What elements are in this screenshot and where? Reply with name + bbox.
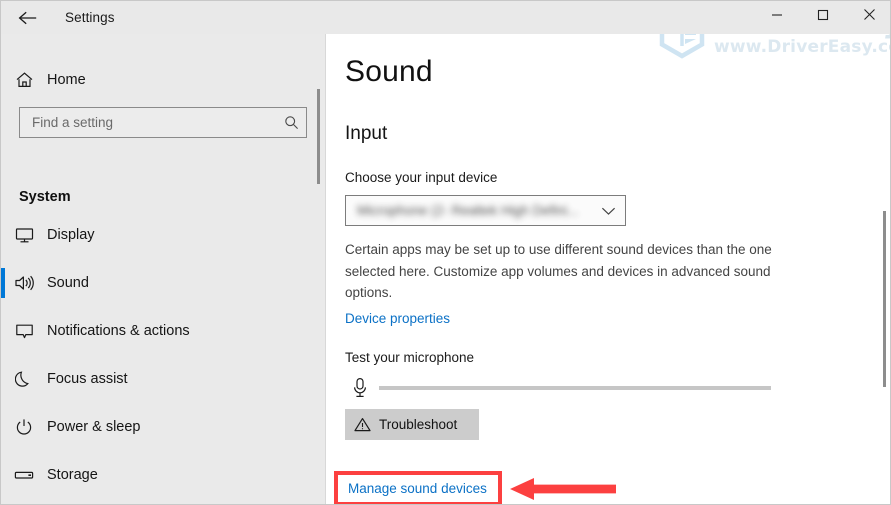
- selection-accent: [1, 316, 5, 346]
- drive-icon: [1, 469, 47, 481]
- chevron-down-icon[interactable]: [591, 196, 625, 225]
- power-icon: [1, 418, 47, 436]
- sidebar-item-label: Notifications & actions: [47, 323, 190, 339]
- sidebar-item-label: Sound: [47, 275, 89, 291]
- input-device-value: Microphone (2- Realtek High Defini...: [357, 203, 579, 218]
- app-title: Settings: [65, 10, 115, 25]
- choose-input-device-label: Choose your input device: [345, 170, 498, 185]
- selection-accent: [1, 460, 5, 490]
- input-device-dropdown[interactable]: Microphone (2- Realtek High Defini...: [345, 195, 626, 226]
- selection-accent: [1, 268, 5, 298]
- maximize-icon: [817, 8, 829, 26]
- test-microphone-label: Test your microphone: [345, 350, 475, 365]
- sidebar-nav-list: Display Sound Notifications & actions Fo…: [1, 211, 325, 499]
- maximize-button[interactable]: [800, 1, 846, 32]
- left-arrow-annotation: [508, 475, 618, 503]
- sound-description-text: Certain apps may be set up to use differ…: [345, 242, 772, 300]
- main-scrollbar[interactable]: [883, 211, 886, 387]
- settings-window: Settings driver easy www.DriverEasy.com: [0, 0, 891, 505]
- sidebar-item-label-home: Home: [47, 72, 86, 88]
- close-icon: [863, 8, 876, 26]
- sidebar-item-notifications[interactable]: Notifications & actions: [1, 307, 325, 355]
- microphone-icon: [345, 377, 375, 399]
- monitor-icon: [1, 227, 47, 244]
- sidebar-item-display[interactable]: Display: [1, 211, 325, 259]
- sidebar-item-label: Storage: [47, 467, 98, 483]
- sidebar-scrollbar[interactable]: [317, 89, 320, 184]
- sidebar-item-focus-assist[interactable]: Focus assist: [1, 355, 325, 403]
- search-input[interactable]: [20, 108, 276, 137]
- selection-accent: [1, 364, 5, 394]
- annotation-highlight-box: Manage sound devices: [334, 471, 502, 504]
- back-button[interactable]: [9, 2, 47, 33]
- sidebar-section-title: System: [19, 189, 71, 205]
- device-properties-link[interactable]: Device properties: [345, 311, 450, 326]
- main-content: Sound Input Choose your input device Mic…: [326, 34, 890, 504]
- moon-icon: [1, 370, 47, 388]
- sidebar-item-sound[interactable]: Sound: [1, 259, 325, 307]
- search-icon[interactable]: [276, 108, 306, 137]
- input-section-heading: Input: [345, 123, 388, 144]
- selection-accent: [1, 412, 5, 442]
- troubleshoot-button[interactable]: Troubleshoot: [345, 409, 479, 440]
- sidebar-item-power-sleep[interactable]: Power & sleep: [1, 403, 325, 451]
- sidebar-item-home[interactable]: Home: [1, 62, 301, 98]
- sidebar-divider: [325, 34, 326, 504]
- page-title: Sound: [345, 55, 433, 88]
- minimize-icon: [771, 8, 783, 26]
- search-box[interactable]: [19, 107, 307, 138]
- notification-icon: [1, 323, 47, 340]
- sidebar-item-storage[interactable]: Storage: [1, 451, 325, 499]
- sidebar-item-label: Focus assist: [47, 371, 128, 387]
- sidebar-item-label: Power & sleep: [47, 419, 141, 435]
- speaker-icon: [1, 274, 47, 292]
- manage-sound-devices-link[interactable]: Manage sound devices: [338, 481, 487, 496]
- sidebar-item-label: Display: [47, 227, 95, 243]
- sidebar: Home System: [1, 34, 325, 504]
- minimize-button[interactable]: [754, 1, 800, 32]
- selection-accent: [1, 220, 5, 250]
- back-arrow-icon: [18, 10, 38, 26]
- home-icon: [1, 71, 47, 89]
- warning-triangle-icon: [345, 417, 379, 432]
- microphone-level-meter: [379, 386, 771, 390]
- close-button[interactable]: [846, 1, 890, 32]
- microphone-level-row: [345, 374, 785, 402]
- troubleshoot-label: Troubleshoot: [379, 417, 458, 432]
